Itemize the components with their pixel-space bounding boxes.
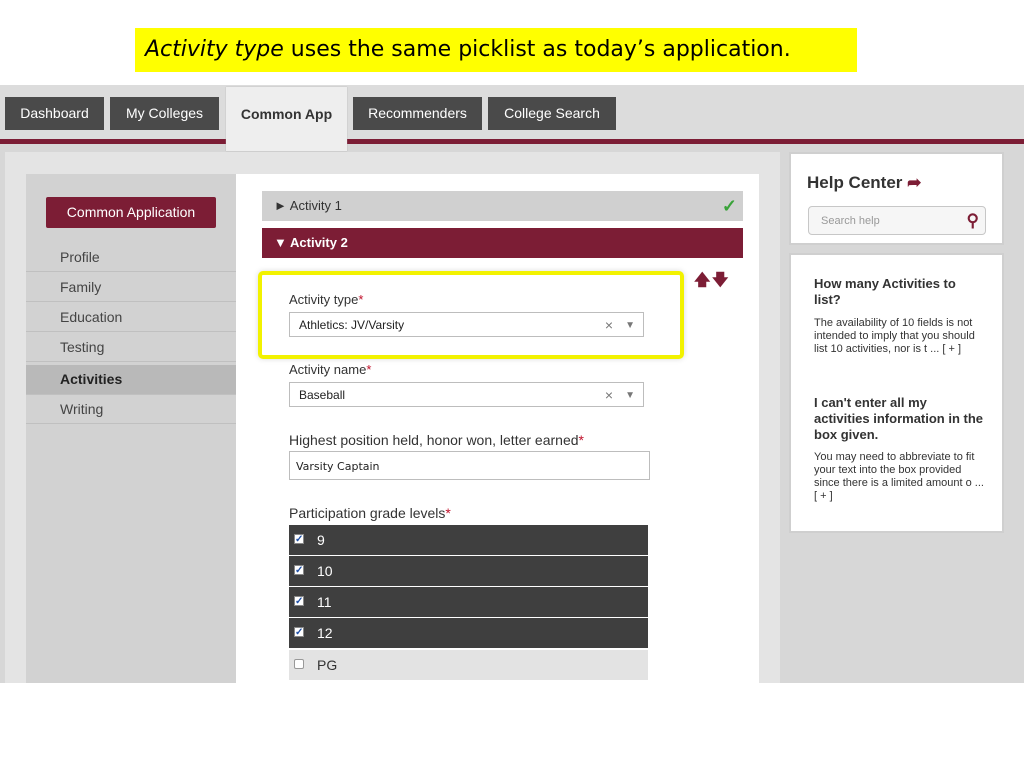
activity-2-label: Activity 2: [290, 235, 348, 250]
activity-name-select[interactable]: Baseball × ▼: [289, 382, 644, 407]
sidebar-item-testing[interactable]: Testing: [26, 333, 236, 362]
required-mark: *: [445, 505, 451, 521]
tab-dashboard[interactable]: Dashboard: [5, 97, 104, 130]
grade-option-pg[interactable]: PG: [289, 650, 648, 680]
help-center-title-text: Help Center: [807, 173, 903, 192]
sidebar-item-writing[interactable]: Writing: [26, 395, 236, 424]
screenshot: Dashboard My Colleges Common App Recomme…: [0, 85, 1024, 683]
activity-name-label: Activity name*: [289, 362, 371, 377]
grade-option-11[interactable]: ✓ 11: [289, 587, 648, 617]
activity-1-label: Activity 1: [289, 198, 342, 213]
checkbox-checked-icon[interactable]: ✓: [294, 565, 304, 576]
tab-my-colleges[interactable]: My Colleges: [110, 97, 219, 130]
position-label: Highest position held, honor won, letter…: [289, 432, 584, 448]
tab-college-search[interactable]: College Search: [488, 97, 616, 130]
complete-check-icon: ✓: [721, 196, 737, 216]
tab-recommenders[interactable]: Recommenders: [353, 97, 482, 130]
move-down-icon[interactable]: 🡇: [712, 269, 728, 296]
nav-accent-line: [0, 139, 1024, 144]
position-label-text: Highest position held, honor won, letter…: [289, 432, 579, 448]
sidebar-item-profile[interactable]: Profile: [26, 243, 236, 272]
grade-label: 9: [317, 532, 325, 548]
grade-option-12[interactable]: ✓ 12: [289, 618, 648, 648]
grade-label: 11: [317, 594, 332, 610]
help-question-body: The availability of 10 fields is not int…: [814, 317, 975, 355]
sidebar-item-family[interactable]: Family: [26, 273, 236, 302]
help-center-title: Help Center ➦: [807, 173, 921, 193]
grades-label-text: Participation grade levels: [289, 505, 446, 521]
checkbox-checked-icon[interactable]: ✓: [294, 627, 304, 638]
required-mark: *: [578, 432, 584, 448]
dropdown-arrow-icon[interactable]: ▼: [625, 383, 635, 408]
slide-caption: Activity type uses the same picklist as …: [135, 28, 857, 72]
share-arrow-icon: ➦: [907, 173, 922, 192]
activity-2-header[interactable]: ▼ Activity 2: [262, 228, 743, 258]
grade-option-10[interactable]: ✓ 10: [289, 556, 648, 586]
sidebar-item-education[interactable]: Education: [26, 303, 236, 332]
checkbox-checked-icon[interactable]: ✓: [294, 534, 304, 545]
sidebar-item-activities[interactable]: Activities: [26, 365, 236, 395]
tab-common-app[interactable]: Common App: [226, 87, 347, 151]
help-question-title[interactable]: How many Activities to list?: [814, 276, 984, 308]
move-up-icon[interactable]: 🡅: [694, 269, 710, 296]
grade-label: 10: [317, 563, 333, 579]
help-search-placeholder: Search help: [821, 215, 880, 227]
position-input[interactable]: Varsity Captain: [289, 451, 650, 480]
checkbox-checked-icon[interactable]: ✓: [294, 596, 304, 607]
caption-text: uses the same picklist as today’s applic…: [283, 37, 791, 62]
expand-icon: ►: [274, 198, 287, 213]
grade-label: 12: [317, 625, 333, 641]
activity-name-label-text: Activity name: [289, 362, 367, 377]
help-question-body: You may need to abbreviate to fit your t…: [814, 451, 984, 502]
checkbox-unchecked-icon[interactable]: [294, 659, 304, 669]
required-mark: *: [366, 362, 372, 377]
caption-emphasis: Activity type: [145, 37, 284, 62]
grade-label: PG: [317, 657, 338, 673]
help-search-input[interactable]: Search help ⚲: [808, 206, 986, 235]
collapse-icon: ▼: [274, 235, 287, 250]
activity-name-value: Baseball: [299, 388, 346, 402]
common-application-button[interactable]: Common Application: [46, 197, 216, 228]
help-question-title[interactable]: I can't enter all my activities informat…: [814, 395, 984, 443]
grades-label: Participation grade levels*: [289, 505, 451, 521]
grade-option-9[interactable]: ✓ 9: [289, 525, 648, 555]
search-icon[interactable]: ⚲: [967, 207, 979, 235]
activity-1-header[interactable]: ► Activity 1 ✓: [262, 191, 743, 221]
clear-icon[interactable]: ×: [605, 383, 613, 408]
highlight-box: [258, 271, 684, 359]
